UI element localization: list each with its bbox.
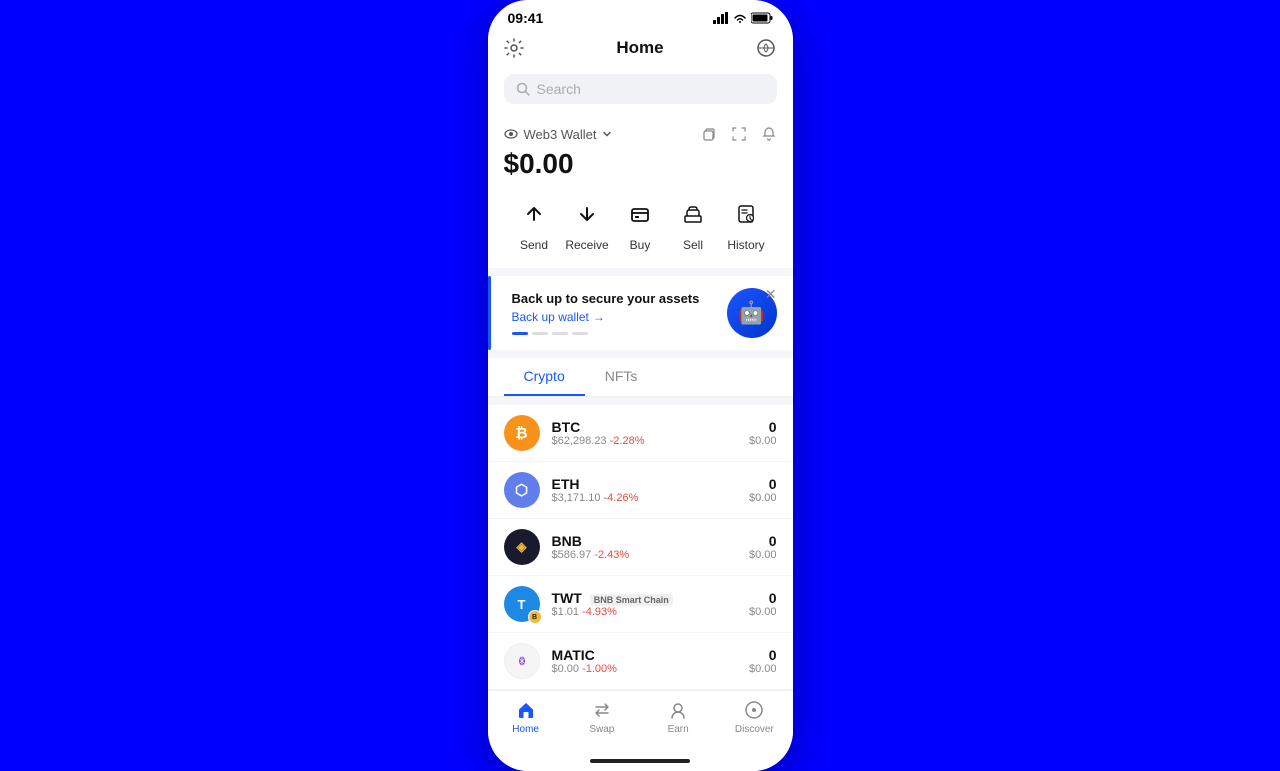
- discover-icon: [743, 699, 765, 721]
- bnb-info: BNB $586.97 -2.43%: [552, 533, 737, 561]
- buy-button[interactable]: Buy: [616, 196, 664, 252]
- banner-title: Back up to secure your assets: [512, 291, 727, 306]
- backup-wallet-link[interactable]: Back up wallet →: [512, 310, 727, 324]
- nav-discover-label: Discover: [735, 724, 774, 735]
- tab-nfts[interactable]: NFTs: [585, 358, 658, 396]
- bnb-name: BNB: [552, 533, 737, 549]
- nav-home-label: Home: [512, 724, 539, 735]
- btc-price: $62,298.23 -2.28%: [552, 435, 737, 447]
- btc-name: BTC: [552, 419, 737, 435]
- nav-home[interactable]: Home: [501, 699, 551, 735]
- earn-icon: [667, 699, 689, 721]
- wallet-section: Web3 Wallet $0.00: [488, 114, 793, 268]
- matic-price: $0.00 -1.00%: [552, 663, 737, 675]
- search-bar-container: Search: [488, 68, 793, 114]
- crypto-item-matic[interactable]: MATIC $0.00 -1.00% 0 $0.00: [488, 633, 793, 690]
- expand-icon[interactable]: [731, 126, 747, 142]
- asset-tabs: Crypto NFTs: [488, 358, 793, 397]
- eth-info: ETH $3,171.10 -4.26%: [552, 476, 737, 504]
- eth-values: 0 $0.00: [749, 476, 777, 504]
- wallet-balance: $0.00: [504, 148, 777, 180]
- wifi-icon: [733, 13, 747, 24]
- home-indicator: [488, 751, 793, 771]
- crypto-item-eth[interactable]: ⬡ ETH $3,171.10 -4.26% 0 $0.00: [488, 462, 793, 519]
- banner-pagination: [512, 332, 727, 335]
- search-icon: [516, 82, 530, 96]
- settings-icon[interactable]: [504, 38, 524, 58]
- backup-banner: Back up to secure your assets Back up wa…: [488, 276, 793, 350]
- btc-info: BTC $62,298.23 -2.28%: [552, 419, 737, 447]
- crypto-item-btc[interactable]: ₿ BTC $62,298.23 -2.28% 0 $0.00: [488, 405, 793, 462]
- dot-1: [512, 332, 528, 335]
- swap-icon: [591, 699, 613, 721]
- twt-chain: BNB Smart Chain: [590, 594, 673, 606]
- buy-label: Buy: [630, 238, 651, 252]
- twt-icon: T B: [504, 586, 540, 622]
- chevron-down-icon[interactable]: [602, 129, 612, 139]
- header-title: Home: [616, 38, 663, 58]
- tab-crypto[interactable]: Crypto: [504, 358, 585, 396]
- history-button[interactable]: History: [722, 196, 770, 252]
- dot-3: [552, 332, 568, 335]
- wallet-label: Web3 Wallet: [524, 127, 597, 142]
- home-bar: [590, 759, 690, 763]
- bnb-icon: ◈: [504, 529, 540, 565]
- home-icon: [515, 699, 537, 721]
- sell-button[interactable]: Sell: [669, 196, 717, 252]
- twt-name: TWT BNB Smart Chain: [552, 590, 737, 606]
- signal-icon: [713, 12, 729, 24]
- status-icons: [713, 12, 773, 24]
- battery-icon: [751, 12, 773, 24]
- nav-earn[interactable]: Earn: [653, 699, 703, 735]
- eth-icon: ⬡: [504, 472, 540, 508]
- twt-price: $1.01 -4.93%: [552, 606, 737, 618]
- bottom-navigation: Home Swap Earn: [488, 690, 793, 751]
- matic-values: 0 $0.00: [749, 647, 777, 675]
- nav-swap[interactable]: Swap: [577, 699, 627, 735]
- nav-earn-label: Earn: [668, 724, 689, 735]
- search-placeholder: Search: [537, 81, 581, 97]
- search-input[interactable]: Search: [504, 74, 777, 104]
- bell-icon[interactable]: [761, 126, 777, 142]
- matic-name: MATIC: [552, 647, 737, 663]
- nav-discover[interactable]: Discover: [729, 699, 779, 735]
- sell-label: Sell: [683, 238, 703, 252]
- btc-values: 0 $0.00: [749, 419, 777, 447]
- twt-values: 0 $0.00: [749, 590, 777, 618]
- nav-swap-label: Swap: [589, 724, 614, 735]
- crypto-item-bnb[interactable]: ◈ BNB $586.97 -2.43% 0 $0.00: [488, 519, 793, 576]
- eye-icon: [504, 127, 518, 141]
- history-label: History: [727, 238, 764, 252]
- btc-icon: ₿: [504, 415, 540, 451]
- receive-label: Receive: [565, 238, 608, 252]
- status-time: 09:41: [508, 10, 544, 26]
- header: Home: [488, 32, 793, 68]
- matic-icon: [504, 643, 540, 679]
- eth-name: ETH: [552, 476, 737, 492]
- send-button[interactable]: Send: [510, 196, 558, 252]
- dot-2: [532, 332, 548, 335]
- send-label: Send: [520, 238, 548, 252]
- twt-info: TWT BNB Smart Chain $1.01 -4.93%: [552, 590, 737, 618]
- status-bar: 09:41: [488, 0, 793, 32]
- dot-4: [572, 332, 588, 335]
- phone-frame: 09:41: [488, 0, 793, 771]
- wallet-link-icon[interactable]: [756, 38, 776, 58]
- copy-icon[interactable]: [701, 126, 717, 142]
- action-buttons: Send Receive Buy: [504, 196, 777, 252]
- banner-close-button[interactable]: ✕: [765, 286, 777, 303]
- matic-info: MATIC $0.00 -1.00%: [552, 647, 737, 675]
- crypto-list: ₿ BTC $62,298.23 -2.28% 0 $0.00 ⬡ ETH: [488, 405, 793, 690]
- eth-price: $3,171.10 -4.26%: [552, 492, 737, 504]
- receive-button[interactable]: Receive: [563, 196, 611, 252]
- backup-link-text: Back up wallet: [512, 310, 589, 324]
- crypto-item-twt[interactable]: T B TWT BNB Smart Chain $1.01 -4.93% 0 $…: [488, 576, 793, 633]
- bnb-price: $586.97 -2.43%: [552, 549, 737, 561]
- bnb-values: 0 $0.00: [749, 533, 777, 561]
